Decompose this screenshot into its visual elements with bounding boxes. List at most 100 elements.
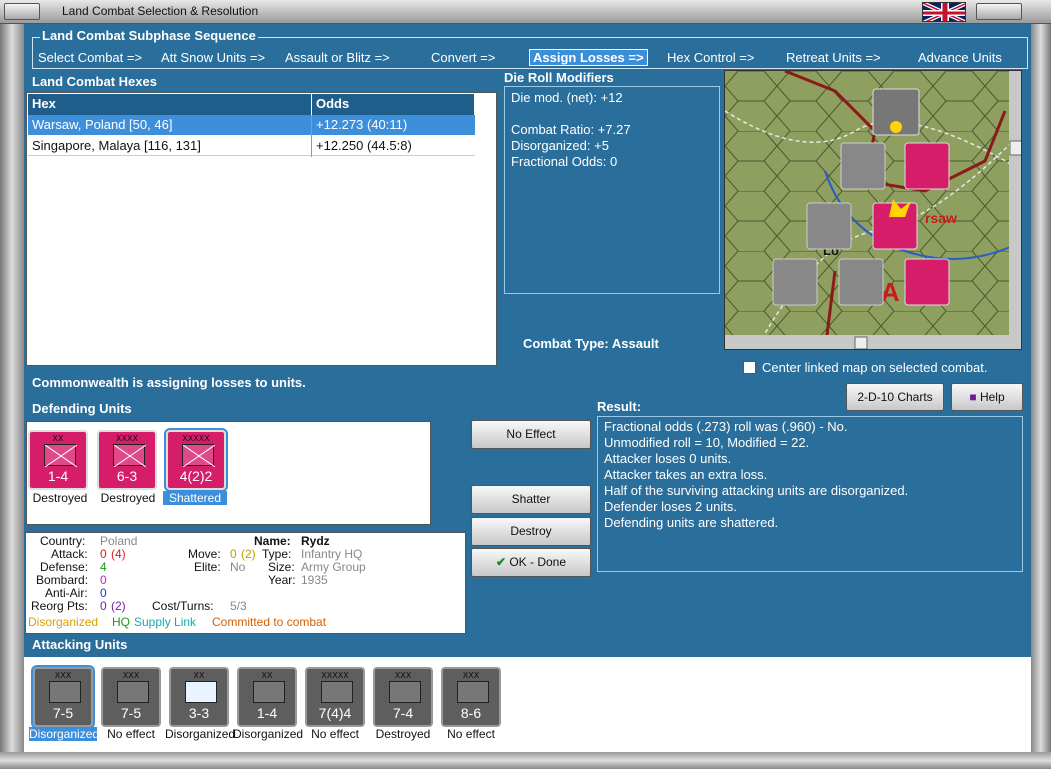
- name-label: Name:: [254, 534, 291, 548]
- flag-disorganized: Disorganized: [28, 615, 99, 629]
- title-bar: Land Combat Selection & Resolution: [0, 0, 1051, 24]
- step-assault-or-blitz[interactable]: Assault or Blitz =>: [285, 50, 390, 65]
- unit-info-panel: Country: Poland Attack: 0 (4) Defense: 4…: [25, 532, 466, 634]
- bombard-value: 0: [100, 573, 107, 587]
- shatter-button[interactable]: Shatter: [471, 485, 591, 514]
- unit-type-icon: [389, 681, 421, 703]
- system-menu-button[interactable]: [4, 3, 40, 20]
- unit-size: XXXXX: [182, 434, 210, 443]
- hq-icon: [182, 444, 216, 468]
- attacking-status: Disorganized: [233, 727, 304, 741]
- unit-value: 7-5: [52, 705, 74, 721]
- flag-supply-link: Supply Link: [134, 615, 197, 629]
- subphase-header: Land Combat Subphase Sequence: [40, 28, 258, 43]
- step-assign-losses[interactable]: Assign Losses =>: [529, 49, 648, 66]
- die-roll-header: Die Roll Modifiers: [504, 70, 614, 85]
- result-line: Attacker loses 0 units.: [604, 451, 732, 466]
- size-label: Size:: [268, 560, 295, 574]
- attacking-counter[interactable]: XX 1-4: [237, 667, 297, 727]
- type-value: Infantry HQ: [301, 547, 363, 561]
- checkmark-icon: ✔: [495, 555, 506, 569]
- col-hex-header[interactable]: Hex: [28, 94, 312, 115]
- hex-row[interactable]: Singapore, Malaya [116, 131] +12.250 (44…: [28, 136, 475, 156]
- size-value: Army Group: [301, 560, 366, 574]
- attacking-counter[interactable]: XXX 8-6: [441, 667, 501, 727]
- elite-label: Elite:: [194, 560, 221, 574]
- charts-button[interactable]: 2-D-10 Charts: [846, 383, 944, 411]
- move-label: Move:: [188, 547, 221, 561]
- hex-row[interactable]: Warsaw, Poland [50, 46] +12.273 (40:11): [28, 115, 475, 135]
- attacking-counter[interactable]: XXX 7-4: [373, 667, 433, 727]
- flag-committed: Committed to combat: [212, 615, 327, 629]
- uk-flag-icon: [922, 2, 966, 22]
- unit-size: XX: [52, 434, 64, 443]
- combat-ratio: Combat Ratio: +7.27: [511, 122, 631, 137]
- attacking-status: No effect: [107, 727, 155, 741]
- step-retreat-units[interactable]: Retreat Units =>: [786, 50, 881, 65]
- linked-map[interactable]: Lo rsaw LA: [724, 70, 1022, 350]
- defending-counter[interactable]: XX 1-4: [28, 430, 88, 490]
- no-effect-button[interactable]: No Effect: [471, 420, 591, 449]
- step-hex-control[interactable]: Hex Control =>: [667, 50, 754, 65]
- result-line: Attacker takes an extra loss.: [604, 467, 768, 482]
- hexes-list[interactable]: Hex Odds Warsaw, Poland [50, 46] +12.273…: [26, 92, 497, 366]
- unit-size: XXX: [394, 671, 412, 680]
- combat-type: Combat Type: Assault: [523, 336, 659, 351]
- move-value: 0: [230, 547, 237, 561]
- result-header: Result:: [597, 399, 642, 414]
- attack-value: 0: [100, 547, 107, 561]
- unit-type-icon: [253, 681, 285, 703]
- defending-status: Shattered: [163, 491, 227, 505]
- attacking-counter[interactable]: XXX 7-5: [101, 667, 161, 727]
- unit-size: XXXXX: [321, 671, 349, 680]
- hex-odds: +12.273 (40:11): [316, 117, 408, 132]
- defending-header: Defending Units: [32, 401, 132, 416]
- country-label: Country:: [40, 534, 86, 548]
- hex-name: Singapore, Malaya [116, 131]: [32, 138, 201, 153]
- close-window-button[interactable]: [976, 3, 1022, 20]
- disorganized-mod: Disorganized: +5: [511, 138, 609, 153]
- unit-value: 1-4: [256, 705, 278, 721]
- infantry-icon: [113, 444, 147, 468]
- result-line: Half of the surviving attacking units ar…: [604, 483, 909, 498]
- attacking-counter[interactable]: XXX 7-5: [31, 665, 95, 729]
- attacking-status: No effect: [447, 727, 495, 741]
- window-title: Land Combat Selection & Resolution: [62, 4, 259, 18]
- attacking-status: No effect: [311, 727, 359, 741]
- anti-air-value: 0: [100, 586, 107, 600]
- center-map-checkbox[interactable]: [743, 361, 756, 374]
- unit-value: 4(2)2: [179, 468, 213, 484]
- help-button[interactable]: ■ Help: [951, 383, 1023, 411]
- combat-type-value: Assault: [611, 336, 659, 351]
- attacking-status: Disorganized: [29, 727, 100, 741]
- defending-counter-selected[interactable]: XXXXX 4(2)2: [164, 428, 228, 492]
- unit-size: XXXX: [116, 434, 138, 443]
- unit-value: 1-4: [47, 468, 69, 484]
- step-advance-units[interactable]: Advance Units: [918, 50, 1002, 65]
- hex-name: Warsaw, Poland [50, 46]: [32, 117, 173, 132]
- country-value: Poland: [100, 534, 138, 548]
- flag-hq: HQ: [112, 615, 130, 629]
- hex-odds: +12.250 (44.5:8): [316, 138, 412, 153]
- result-line: Unmodified roll = 10, Modified = 22.: [604, 435, 810, 450]
- defending-counter[interactable]: XXXX 6-3: [97, 430, 157, 490]
- unit-type-icon: [49, 681, 81, 703]
- step-select-combat[interactable]: Select Combat =>: [38, 50, 142, 65]
- defense-value: 4: [100, 560, 107, 574]
- step-att-snow-units[interactable]: Att Snow Units =>: [161, 50, 265, 65]
- status-message: Commonwealth is assigning losses to unit…: [32, 375, 306, 390]
- step-convert[interactable]: Convert =>: [431, 50, 495, 65]
- unit-size: XXX: [122, 671, 140, 680]
- attack-potential: (4): [111, 547, 126, 561]
- elite-value: No: [230, 560, 246, 574]
- cost-turns-value: 5/3: [230, 599, 247, 613]
- unit-type-icon: [185, 681, 217, 703]
- col-odds-header[interactable]: Odds: [312, 94, 475, 115]
- destroy-button[interactable]: Destroy: [471, 517, 591, 546]
- unit-size: XXX: [462, 671, 480, 680]
- attacking-counter[interactable]: XX 3-3: [169, 667, 229, 727]
- attacking-counter[interactable]: XXXXX 7(4)4: [305, 667, 365, 727]
- attacking-header: Attacking Units: [32, 637, 128, 652]
- unit-type-icon: [457, 681, 489, 703]
- ok-done-button[interactable]: ✔ OK - Done: [471, 548, 591, 577]
